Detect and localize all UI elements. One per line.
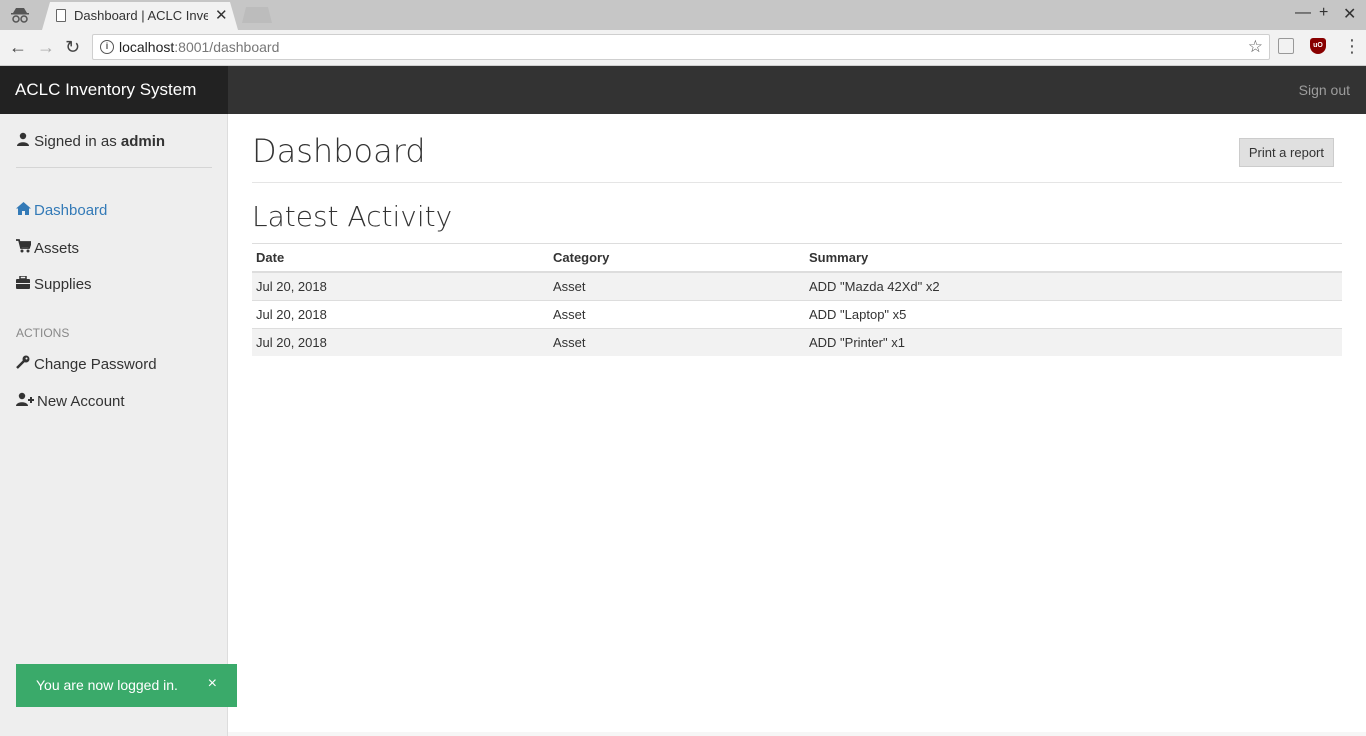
cell-category: Asset [549, 271, 805, 300]
table-row: Jul 20, 2018 Asset ADD "Mazda 42Xd" x2 [252, 271, 1342, 300]
minimize-button[interactable]: — [1295, 4, 1311, 22]
cell-date: Jul 20, 2018 [252, 327, 549, 356]
url-text: localhost:8001/dashboard [119, 39, 279, 55]
cast-extension-icon[interactable] [1278, 38, 1294, 54]
bottom-edge [228, 732, 1366, 736]
url-path: :8001/dashboard [174, 39, 280, 55]
username: admin [120, 133, 166, 150]
browser-tab-active[interactable]: Dashboard | ACLC Inventory System ✕ [42, 2, 238, 30]
bookmark-star-icon[interactable]: ☆ [1248, 37, 1263, 57]
key-icon [16, 355, 34, 373]
sidebar-item-label: Dashboard [34, 202, 108, 219]
cell-category: Asset [549, 327, 805, 356]
reload-icon[interactable]: ↻ [65, 37, 80, 57]
address-bar[interactable]: i localhost:8001/dashboard ☆ [92, 34, 1270, 60]
title-divider [252, 182, 1342, 183]
sidebar: ACLC Inventory System Signed in as admin… [0, 66, 237, 736]
column-header-summary: Summary [805, 243, 1342, 273]
browser-menu-icon[interactable]: ⋮ [1343, 36, 1361, 56]
new-tab-button[interactable] [242, 7, 272, 23]
browser-tabstrip: Dashboard | ACLC Inventory System ✕ — + … [0, 0, 1366, 30]
sidebar-item-label: New Account [37, 393, 125, 410]
top-navbar: Sign out [228, 66, 1366, 114]
table-row: Jul 20, 2018 Asset ADD "Laptop" x5 [252, 299, 1342, 328]
signed-in-prefix: Signed in as [34, 133, 117, 150]
cart-icon [16, 239, 34, 257]
forward-icon[interactable]: → [37, 37, 55, 57]
print-report-button[interactable]: Print a report [1238, 138, 1334, 167]
signed-in-status: Signed in as admin [16, 132, 165, 150]
brand-title[interactable]: ACLC Inventory System [0, 66, 228, 114]
page-title: Dashboard [252, 132, 426, 170]
user-plus-icon [16, 392, 37, 410]
cell-summary: ADD "Printer" x1 [805, 327, 1342, 356]
table-row: Jul 20, 2018 Asset ADD "Printer" x1 [252, 327, 1342, 356]
column-header-date: Date [252, 243, 549, 273]
toast-close-icon[interactable]: × [208, 675, 217, 693]
tab-close-icon[interactable]: ✕ [215, 6, 228, 24]
briefcase-icon [16, 275, 34, 293]
sidebar-item-new-account[interactable]: New Account [16, 392, 125, 410]
document-icon [56, 9, 66, 22]
info-icon[interactable]: i [100, 40, 114, 54]
back-icon[interactable]: ← [9, 37, 27, 57]
cell-date: Jul 20, 2018 [252, 299, 549, 328]
sidebar-item-label: Change Password [34, 356, 157, 373]
url-host: localhost [119, 39, 175, 55]
cell-summary: ADD "Mazda 42Xd" x2 [805, 271, 1342, 300]
maximize-button[interactable]: + [1319, 4, 1328, 22]
login-toast: You are now logged in. × [16, 664, 237, 707]
cell-summary: ADD "Laptop" x5 [805, 299, 1342, 328]
app-root: ACLC Inventory System Signed in as admin… [0, 66, 1366, 736]
sign-out-link[interactable]: Sign out [1299, 82, 1350, 98]
column-header-category: Category [549, 243, 805, 273]
tab-title: Dashboard | ACLC Inventory System [74, 8, 208, 23]
sidebar-item-label: Supplies [34, 276, 92, 293]
cell-category: Asset [549, 299, 805, 328]
sidebar-item-dashboard[interactable]: Dashboard [16, 202, 107, 219]
sidebar-divider [16, 167, 212, 168]
actions-section-label: ACTIONS [16, 326, 70, 340]
sidebar-item-change-password[interactable]: Change Password [16, 355, 157, 373]
incognito-icon [11, 8, 29, 23]
ublock-extension-icon[interactable]: uO [1310, 38, 1326, 54]
sidebar-item-label: Assets [34, 240, 80, 257]
close-window-button[interactable]: ✕ [1343, 4, 1356, 24]
sidebar-item-supplies[interactable]: Supplies [16, 275, 92, 293]
user-icon [16, 132, 34, 150]
latest-activity-heading: Latest Activity [252, 200, 453, 233]
table-header-row: Date Category Summary [252, 243, 1342, 273]
browser-toolbar: ← → ↻ i localhost:8001/dashboard ☆ uO ⋮ [0, 30, 1366, 66]
cell-date: Jul 20, 2018 [252, 271, 549, 300]
toast-message: You are now logged in. [36, 677, 178, 693]
sidebar-item-assets[interactable]: Assets [16, 239, 79, 257]
activity-table: Date Category Summary Jul 20, 2018 Asset… [252, 243, 1342, 356]
home-icon [16, 202, 34, 219]
